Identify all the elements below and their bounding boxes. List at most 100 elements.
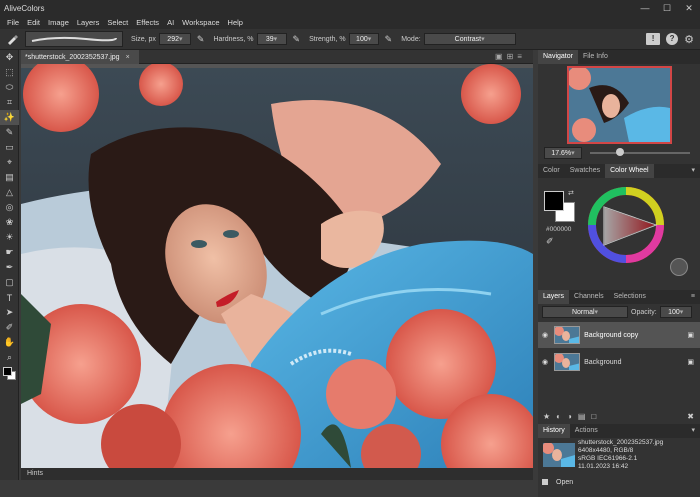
sponge-tool-icon[interactable]: ☀ [0,230,19,245]
arrange-icon[interactable]: ▣ [495,52,503,61]
pen-tool-icon[interactable]: ✒ [0,260,19,275]
mode-select[interactable]: Contrast [423,33,516,45]
tab-selections[interactable]: Selections [609,290,651,304]
tab-color[interactable]: Color [538,164,565,178]
hints-bar[interactable]: Hints [21,468,533,480]
menu-image[interactable]: Image [48,18,69,27]
history-dimensions: 6408x4480, RGB/8 [578,447,634,454]
zoom-select[interactable]: 17.6% [544,147,582,159]
tab-actions[interactable]: Actions [570,424,603,438]
stamp-tool-icon[interactable]: ⌖ [0,155,19,170]
zoom-slider-handle[interactable] [616,148,624,156]
folder-icon[interactable]: ▤ [578,412,586,421]
gradient-tool-icon[interactable]: ▤ [0,170,19,185]
menu-file[interactable]: File [7,18,19,27]
adjustment-icon[interactable]: ◑ [567,412,572,421]
lock-icon[interactable]: ▣ [687,358,694,366]
tab-history[interactable]: History [538,424,570,438]
image-canvas[interactable] [21,64,533,468]
foreground-color-mini[interactable] [3,367,12,376]
menu-edit[interactable]: Edit [27,18,40,27]
tab-swatches[interactable]: Swatches [565,164,605,178]
tools-panel: ✥ ⬚ ⬭ ⌗ ✨ ✎ ▭ ⌖ ▤ △ ◎ ❀ ☀ ☛ ✒ ▢ T ➤ ✐ ✋ … [0,50,19,480]
opacity-input[interactable]: 100 [659,306,692,318]
brush-tool-icon[interactable]: ✎ [0,125,19,140]
marquee-tool-icon[interactable]: ⬚ [0,65,19,80]
eraser-tool-icon[interactable]: ▭ [0,140,19,155]
panel-menu-icon[interactable]: ▾ [686,424,700,438]
menu-layers[interactable]: Layers [77,18,100,27]
close-tab-icon[interactable]: × [126,54,130,61]
panel-menu-icon[interactable]: ≡ [686,290,700,304]
brush-tool-icon[interactable] [3,30,21,48]
menu-workspace[interactable]: Workspace [182,18,219,27]
tab-color-wheel[interactable]: Color Wheel [605,164,654,178]
hardness-input[interactable]: 39 [256,33,287,45]
swap-colors-icon[interactable]: ⇄ [568,189,574,197]
tab-channels[interactable]: Channels [569,290,609,304]
strength-label: Strength, % [309,35,346,43]
hand-tool-icon[interactable]: ✋ [0,335,19,350]
zoom-slider[interactable] [590,148,690,156]
minimize-button[interactable]: — [634,3,656,14]
document-tab[interactable]: *shutterstock_2002352537.jpg × [21,50,139,64]
visibility-eye-icon[interactable]: ◉ [542,331,548,339]
tab-file-info[interactable]: File Info [578,50,613,64]
foreground-color-swatch[interactable] [544,191,564,211]
pen-pressure-icon[interactable]: ✎ [293,34,301,45]
shape-tool-icon[interactable]: ▢ [0,275,19,290]
eyedropper-icon[interactable]: ✐ [546,236,554,247]
menu-ai[interactable]: AI [167,18,174,27]
size-input[interactable]: 292 [158,33,191,45]
tab-layers[interactable]: Layers [538,290,570,304]
menu-select[interactable]: Select [107,18,128,27]
tab-bar-controls: ▣ ⊞ ≡ [495,52,522,61]
alert-icon[interactable]: ! [646,33,661,45]
history-step[interactable]: Open [538,476,700,488]
magic-wand-tool-icon[interactable]: ✨ [0,110,19,125]
pen-pressure-icon[interactable]: ✎ [385,34,393,45]
eyedropper-tool-icon[interactable]: ✐ [0,320,19,335]
menu-effects[interactable]: Effects [136,18,159,27]
blur-tool-icon[interactable]: △ [0,185,19,200]
dodge-tool-icon[interactable]: ◎ [0,200,19,215]
panel-menu-icon[interactable]: ▾ [686,164,700,178]
mask-icon[interactable]: ◐ [556,412,561,421]
right-panel: Navigator File Info 17.6% Color Swatches… [538,50,700,497]
crop-tool-icon[interactable]: ⌗ [0,95,19,110]
history-snapshot[interactable]: shutterstock_2002352537.jpg 6408x4480, R… [538,439,700,473]
settings-gear-icon[interactable]: ⚙ [684,33,694,46]
tab-navigator[interactable]: Navigator [538,50,578,64]
text-tool-icon[interactable]: T [0,290,19,305]
hex-color-value[interactable]: #000000 [546,226,571,233]
zoom-tool-icon[interactable]: ⌕ [0,350,19,365]
fx-icon[interactable]: ★ [543,412,550,421]
layer-row[interactable]: ◉ Background ▣ [538,349,700,375]
retouch-tool-icon[interactable]: ❀ [0,215,19,230]
grid-icon[interactable]: ⊞ [507,52,514,61]
record-button[interactable] [670,258,688,276]
lock-icon[interactable]: ▣ [687,331,694,339]
path-select-tool-icon[interactable]: ➤ [0,305,19,320]
document-tab-label: *shutterstock_2002352537.jpg [25,53,120,61]
strength-input[interactable]: 100 [348,33,379,45]
blend-mode-select[interactable]: Normal [542,306,628,318]
help-icon[interactable]: ? [666,33,679,45]
new-layer-icon[interactable]: □ [591,412,596,421]
menu-help[interactable]: Help [228,18,243,27]
size-label: Size, px [131,35,156,43]
maximize-button[interactable]: ☐ [656,3,678,14]
smudge-tool-icon[interactable]: ☛ [0,245,19,260]
layer-row[interactable]: ◉ Background copy ▣ [538,322,700,348]
menu-lines-icon[interactable]: ≡ [517,52,522,61]
color-swatches-mini[interactable] [0,365,18,387]
move-tool-icon[interactable]: ✥ [0,50,19,65]
visibility-eye-icon[interactable]: ◉ [542,358,548,366]
delete-layer-icon[interactable]: ✖ [687,412,694,421]
lasso-tool-icon[interactable]: ⬭ [0,80,19,95]
close-window-button[interactable]: ✕ [678,3,700,14]
navigator-preview[interactable] [567,66,672,144]
brush-preset-preview[interactable] [25,31,123,47]
pen-pressure-icon[interactable]: ✎ [197,34,205,45]
color-wheel[interactable] [588,187,664,263]
